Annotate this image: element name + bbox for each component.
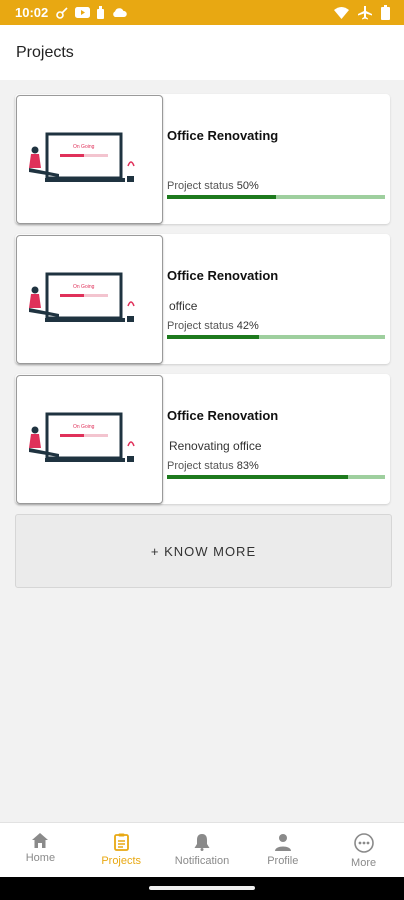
nav-notification[interactable]: Notification xyxy=(162,823,243,878)
nav-projects[interactable]: Projects xyxy=(81,823,162,878)
progress-bar xyxy=(167,195,385,199)
airplane-icon xyxy=(358,5,372,19)
project-list: On Going Office Renovating Project statu… xyxy=(15,94,390,514)
system-gesture-area xyxy=(0,877,404,900)
battery-icon xyxy=(381,5,390,20)
project-image: On Going xyxy=(16,375,163,504)
page-title: Projects xyxy=(16,43,74,61)
project-name: Office Renovation xyxy=(167,408,279,423)
project-description: office xyxy=(169,299,198,313)
project-illustration: On Going xyxy=(29,412,135,462)
project-description: Renovating office xyxy=(169,439,262,453)
status-percent: 83% xyxy=(236,460,259,472)
project-name: Office Renovating xyxy=(167,128,279,143)
status-percent: 50% xyxy=(236,180,259,192)
bell-icon xyxy=(194,834,210,851)
progress-bar xyxy=(167,335,385,339)
status-bar: 10:02 xyxy=(0,0,404,25)
status-time: 10:02 xyxy=(15,5,49,20)
project-illustration: On Going xyxy=(29,272,135,322)
nav-more[interactable]: More xyxy=(323,823,404,878)
nav-notification-label: Notification xyxy=(174,855,230,867)
status-text: Project status xyxy=(167,460,234,472)
nav-home[interactable]: Home xyxy=(0,823,81,878)
know-more-button[interactable]: + KNOW MORE xyxy=(15,514,392,588)
status-percent: 42% xyxy=(236,320,259,332)
wifi-icon xyxy=(334,6,349,19)
nav-projects-label: Projects xyxy=(101,855,142,867)
project-name: Office Renovation xyxy=(167,268,279,283)
status-text: Project status xyxy=(167,180,234,192)
project-card[interactable]: On Going Office Renovation Renovating of… xyxy=(15,374,390,504)
nav-profile[interactable]: Profile xyxy=(242,823,323,878)
progress-fill xyxy=(167,195,276,199)
illustration-label: On Going xyxy=(73,284,95,290)
progress-bar xyxy=(167,475,385,479)
person-icon xyxy=(274,834,291,851)
home-icon xyxy=(32,833,49,848)
illustration-label: On Going xyxy=(73,424,95,430)
nav-home-label: Home xyxy=(25,852,56,864)
project-status-label: Project status 42% xyxy=(167,320,259,332)
status-text: Project status xyxy=(167,320,234,332)
key-icon xyxy=(56,7,68,19)
bottle-icon xyxy=(97,6,105,19)
bottom-nav: Home Projects Notification Profile More xyxy=(0,822,404,878)
illustration-label: On Going xyxy=(73,144,95,150)
nav-more-label: More xyxy=(351,857,377,869)
youtube-icon xyxy=(75,7,91,18)
project-image: On Going xyxy=(16,95,163,224)
project-status-label: Project status 50% xyxy=(167,180,259,192)
nav-profile-label: Profile xyxy=(267,855,299,867)
project-card[interactable]: On Going Office Renovating Project statu… xyxy=(15,94,390,224)
progress-fill xyxy=(167,475,348,479)
more-icon xyxy=(353,833,374,853)
project-status-label: Project status 83% xyxy=(167,460,259,472)
project-card[interactable]: On Going Office Renovation office Projec… xyxy=(15,234,390,364)
project-image: On Going xyxy=(16,235,163,364)
home-gesture-bar[interactable] xyxy=(149,886,255,890)
app-bar: Projects xyxy=(0,25,404,80)
clipboard-icon xyxy=(113,833,129,851)
project-illustration: On Going xyxy=(29,132,135,182)
progress-fill xyxy=(167,335,259,339)
cloud-icon xyxy=(113,8,128,17)
